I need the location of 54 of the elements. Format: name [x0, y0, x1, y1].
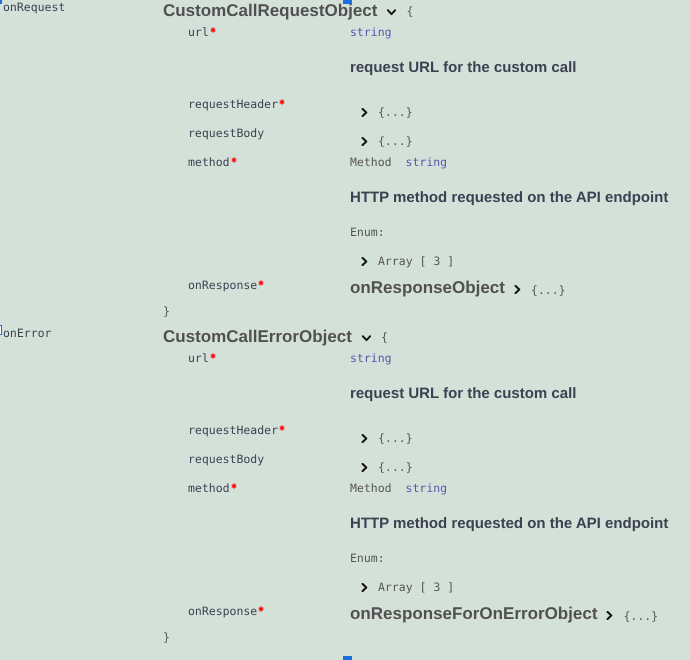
selection-handle-icon — [0, 0, 2, 4]
expand-toggle[interactable]: {...} — [350, 430, 413, 446]
close-brace: } — [163, 303, 170, 319]
field-description: HTTP method requested on the API endpoint — [350, 189, 668, 207]
type-title: Method — [350, 480, 392, 496]
chevron-right-icon[interactable] — [360, 462, 369, 472]
field-name: url — [188, 350, 209, 366]
chevron-down-icon[interactable] — [362, 334, 371, 342]
field-name: requestHeader — [188, 96, 278, 112]
expand-toggle[interactable]: {...} — [504, 282, 566, 298]
field-name: method — [188, 154, 230, 170]
open-brace: { — [406, 3, 414, 19]
expand-toggle[interactable]: {...} — [597, 608, 658, 624]
field-name: requestBody — [188, 451, 264, 467]
type-title: Method — [350, 154, 392, 170]
chevron-right-icon[interactable] — [360, 582, 369, 592]
field-name: requestHeader — [188, 422, 278, 438]
expand-toggle[interactable]: {...} — [350, 104, 413, 120]
type-label: string — [350, 24, 392, 40]
expand-toggle[interactable]: {...} — [350, 459, 413, 475]
chevron-down-icon[interactable] — [387, 8, 396, 16]
chevron-right-icon[interactable] — [360, 434, 369, 442]
model-title[interactable]: onResponseObject — [350, 277, 505, 299]
chevron-right-icon[interactable] — [512, 285, 522, 294]
field-name: onResponse — [188, 277, 258, 293]
chevron-right-icon[interactable] — [360, 136, 369, 146]
selection-handle-icon — [343, 0, 352, 4]
type-label: string — [406, 154, 448, 170]
field-name: onResponse — [188, 603, 258, 619]
type-label: string — [406, 480, 448, 496]
chevron-right-icon[interactable] — [360, 256, 369, 266]
property-name: onError — [3, 326, 52, 340]
field-description: request URL for the custom call — [350, 59, 576, 77]
model-title[interactable]: CustomCallErrorObject — [163, 326, 352, 348]
selection-handle-icon — [343, 656, 352, 660]
model-title[interactable]: onResponseForOnErrorObject — [350, 603, 598, 625]
field-name: url — [188, 24, 209, 40]
enum-label: Enum: — [350, 550, 385, 566]
chevron-right-icon[interactable] — [360, 108, 369, 116]
field-name: method — [188, 480, 230, 496]
expand-toggle[interactable]: Array [ 3 ] — [350, 579, 454, 595]
expand-toggle[interactable]: {...} — [350, 133, 413, 149]
field-description: HTTP method requested on the API endpoint — [350, 515, 668, 533]
chevron-right-icon[interactable] — [605, 611, 614, 620]
property-name: onRequest — [3, 0, 66, 14]
field-description: request URL for the custom call — [350, 385, 576, 403]
model-title[interactable]: CustomCallRequestObject — [163, 0, 378, 22]
field-name: requestBody — [188, 125, 264, 141]
enum-label: Enum: — [350, 224, 385, 240]
expand-toggle[interactable]: Array [ 3 ] — [350, 253, 454, 269]
type-label: string — [350, 350, 392, 366]
open-brace: { — [380, 329, 388, 345]
selection-handle-icon — [0, 325, 2, 335]
close-brace: } — [163, 629, 170, 645]
